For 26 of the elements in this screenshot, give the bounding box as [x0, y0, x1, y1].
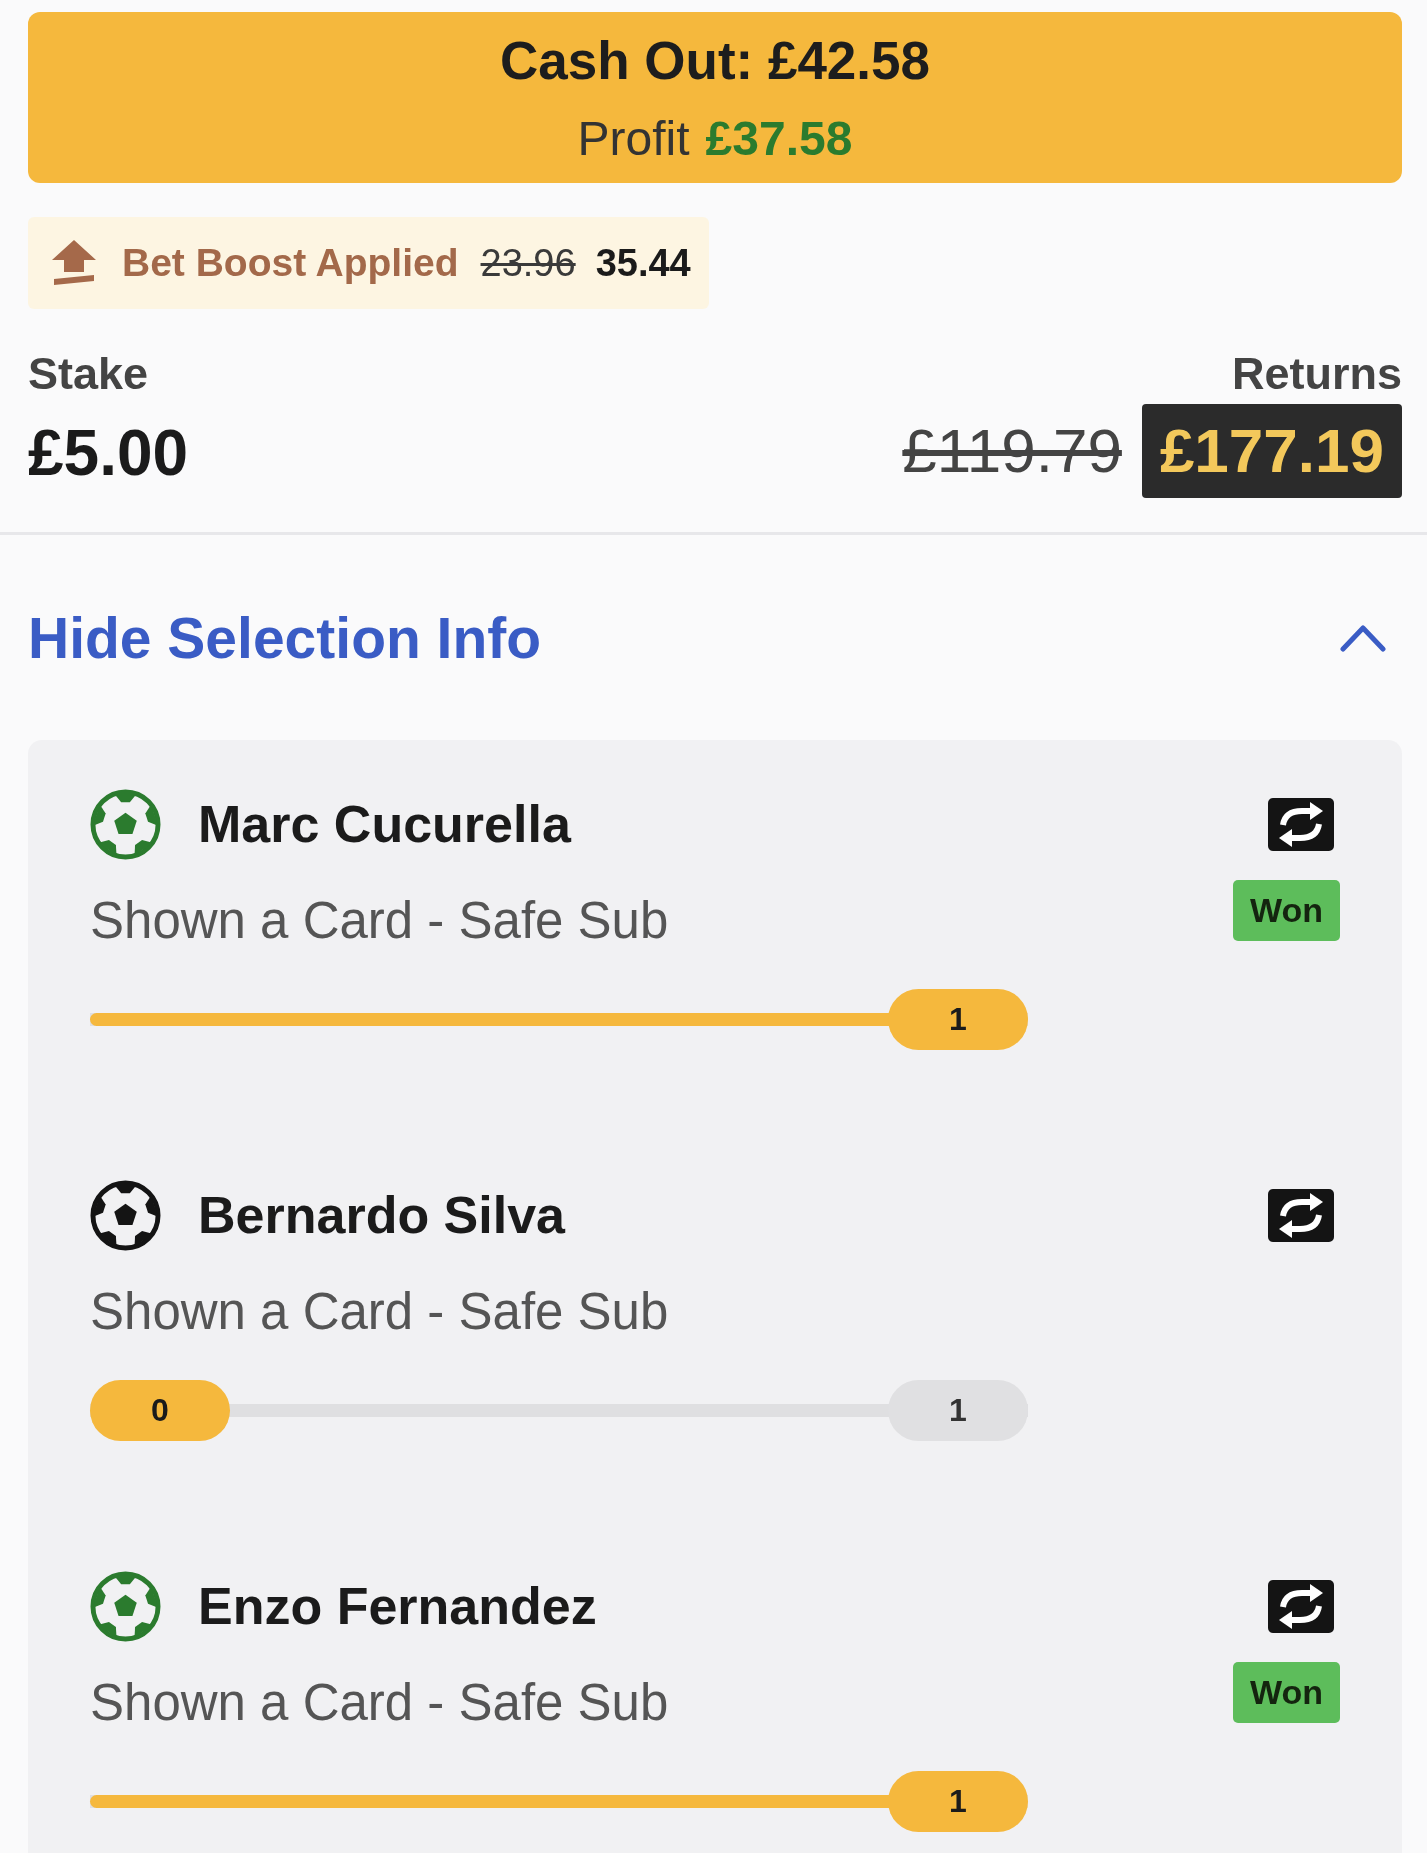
- result-badge: Won: [1233, 1662, 1340, 1723]
- stake-amount: £5.00: [28, 416, 189, 491]
- returns-label: Returns: [1231, 347, 1402, 401]
- swap-arrows-icon: [1268, 1580, 1334, 1633]
- swap-arrows-icon: [1268, 1189, 1334, 1242]
- boosted-odds: 35.44: [595, 241, 691, 285]
- boosted-returns: £177.19: [1141, 404, 1402, 498]
- market-name: Shown a Card - Safe Sub: [90, 1282, 669, 1342]
- player-name: Enzo Fernandez: [198, 1576, 597, 1638]
- player-name: Bernardo Silva: [198, 1185, 566, 1247]
- progress-thumb: 0: [90, 1380, 230, 1441]
- market-name: Shown a Card - Safe Sub: [90, 1673, 669, 1733]
- progress-thumb: 1: [888, 1771, 1028, 1832]
- progress-target: 1: [888, 1380, 1028, 1441]
- result-badge: Won: [1233, 880, 1340, 941]
- selection-info-toggle[interactable]: Hide Selection Info: [28, 604, 1402, 672]
- old-odds: 23.96: [480, 241, 576, 285]
- market-name: Shown a Card - Safe Sub: [90, 891, 669, 951]
- up-arrow-icon: [50, 240, 98, 286]
- swap-arrows-icon: [1268, 798, 1334, 851]
- stake-label: Stake: [28, 347, 149, 401]
- progress-thumb: 1: [888, 989, 1028, 1050]
- original-returns: £119.79: [902, 420, 1122, 482]
- player-name: Marc Cucurella: [198, 794, 571, 856]
- cash-out-button[interactable]: Cash Out: £42.58 Profit £37.58: [28, 12, 1402, 183]
- bet-boost-label: Bet Boost Applied: [122, 241, 459, 285]
